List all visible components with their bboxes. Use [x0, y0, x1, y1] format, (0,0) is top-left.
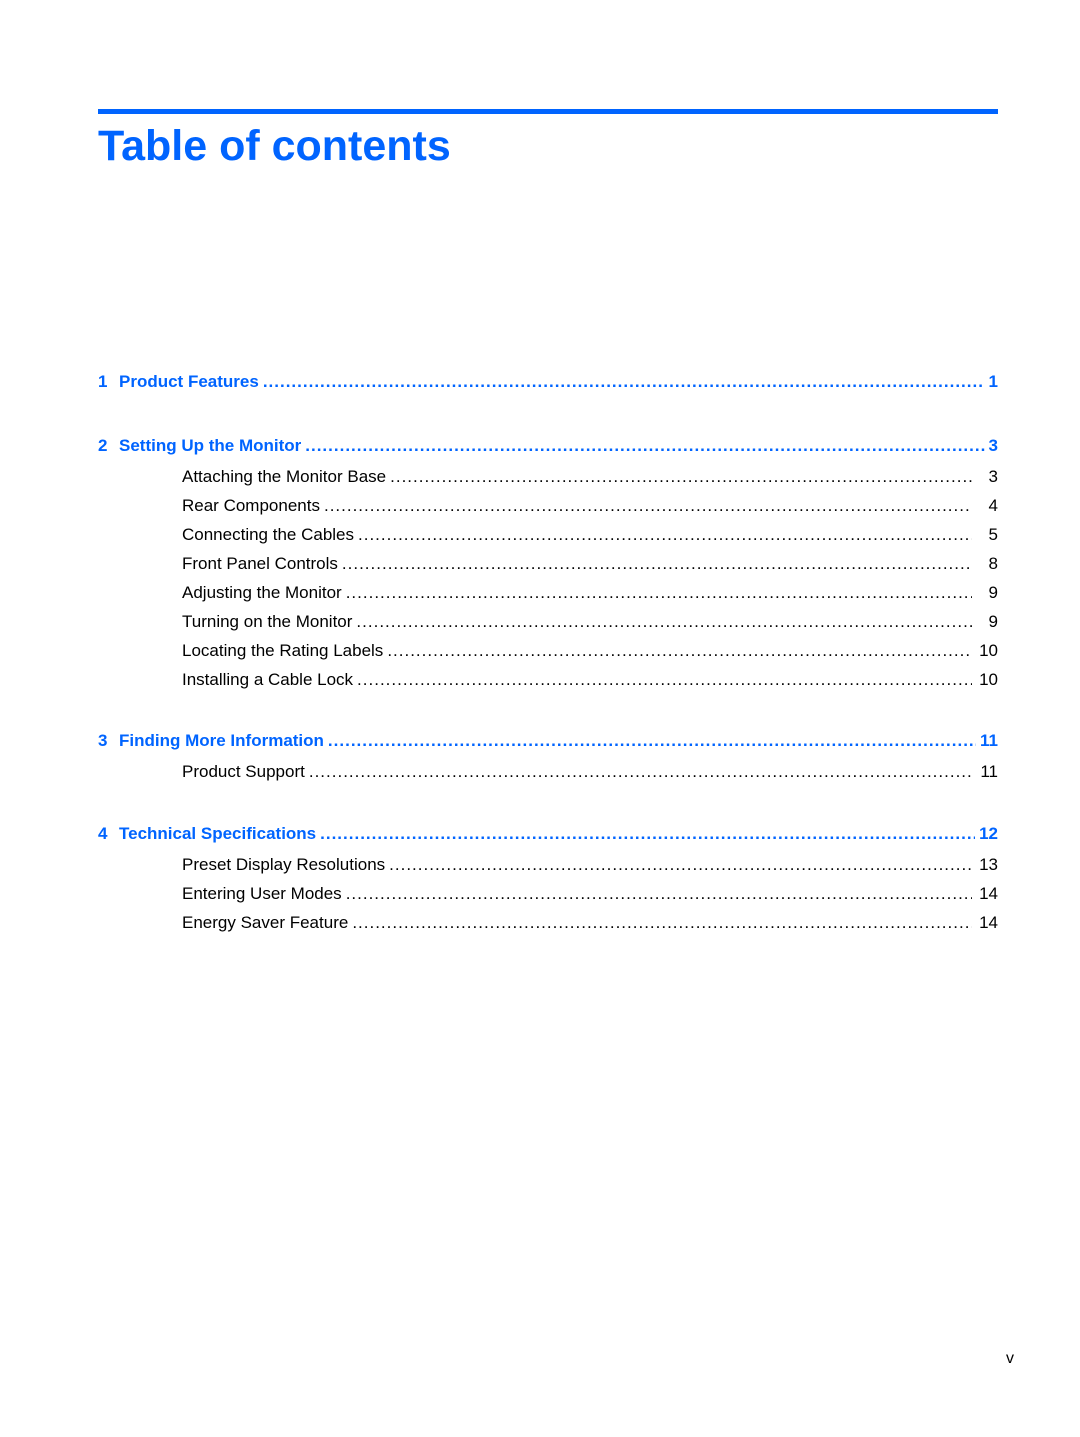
- section-title[interactable]: Energy Saver Feature: [182, 913, 352, 933]
- chapter-number: 3: [98, 731, 108, 750]
- dot-leader: [263, 372, 985, 392]
- page-number[interactable]: 14: [972, 884, 998, 904]
- section-title[interactable]: Installing a Cable Lock: [182, 670, 357, 690]
- section-title[interactable]: Front Panel Controls: [182, 554, 342, 574]
- dot-leader: [305, 436, 984, 456]
- toc-section-entry[interactable]: Turning on the Monitor 9: [98, 612, 998, 632]
- chapter-title[interactable]: Finding More Information: [119, 731, 328, 751]
- toc-chapter-entry[interactable]: 2 Setting Up the Monitor 3: [98, 436, 998, 456]
- toc-section-entry[interactable]: Product Support 11: [98, 762, 998, 782]
- dot-leader: [387, 641, 972, 661]
- chapter-number: 4: [98, 824, 108, 843]
- dot-leader: [320, 824, 975, 844]
- chapter-number: 2: [98, 436, 108, 455]
- dot-leader: [358, 525, 972, 545]
- toc-section-entry[interactable]: Entering User Modes 14: [98, 884, 998, 904]
- section-title[interactable]: Locating the Rating Labels: [182, 641, 387, 661]
- chapter-number: 1: [98, 372, 108, 391]
- page-title: Table of contents: [98, 122, 451, 170]
- dot-leader: [357, 670, 972, 690]
- page-number[interactable]: 5: [972, 525, 998, 545]
- toc-section-entry[interactable]: Preset Display Resolutions 13: [98, 855, 998, 875]
- toc-chapter-entry[interactable]: 1 Product Features 1: [98, 372, 998, 392]
- page-number[interactable]: 11: [972, 762, 998, 782]
- page-number[interactable]: 12: [975, 824, 998, 844]
- chapter-title[interactable]: Technical Specifications: [119, 824, 320, 844]
- page-number[interactable]: 10: [972, 670, 998, 690]
- page-number[interactable]: 1: [985, 372, 998, 392]
- section-title[interactable]: Adjusting the Monitor: [182, 583, 346, 603]
- chapter-title[interactable]: Product Features: [119, 372, 263, 392]
- page-number[interactable]: 13: [972, 855, 998, 875]
- section-title[interactable]: Entering User Modes: [182, 884, 346, 904]
- section-title[interactable]: Attaching the Monitor Base: [182, 467, 390, 487]
- toc-section-entry[interactable]: Installing a Cable Lock 10: [98, 670, 998, 690]
- toc-section-entry[interactable]: Connecting the Cables 5: [98, 525, 998, 545]
- page-number[interactable]: 10: [972, 641, 998, 661]
- page-number[interactable]: 14: [972, 913, 998, 933]
- toc-chapter-entry[interactable]: 3 Finding More Information 11: [98, 731, 998, 751]
- toc-section-entry[interactable]: Locating the Rating Labels 10: [98, 641, 998, 661]
- toc-section-entry[interactable]: Attaching the Monitor Base 3: [98, 467, 998, 487]
- page-number[interactable]: 4: [972, 496, 998, 516]
- footer-page-number: v: [1006, 1350, 1014, 1367]
- page-number[interactable]: 11: [976, 731, 998, 751]
- page-number[interactable]: 9: [972, 612, 998, 632]
- dot-leader: [328, 731, 976, 751]
- dot-leader: [389, 855, 972, 875]
- page-number[interactable]: 3: [985, 436, 998, 456]
- title-rule: [98, 109, 998, 114]
- dot-leader: [324, 496, 972, 516]
- page-number[interactable]: 9: [972, 583, 998, 603]
- dot-leader: [356, 612, 972, 632]
- toc-section-entry[interactable]: Adjusting the Monitor 9: [98, 583, 998, 603]
- dot-leader: [309, 762, 972, 782]
- toc-section-entry[interactable]: Front Panel Controls 8: [98, 554, 998, 574]
- section-title[interactable]: Preset Display Resolutions: [182, 855, 389, 875]
- section-title[interactable]: Product Support: [182, 762, 309, 782]
- dot-leader: [346, 583, 972, 603]
- section-title[interactable]: Turning on the Monitor: [182, 612, 356, 632]
- toc-chapter-entry[interactable]: 4 Technical Specifications 12: [98, 824, 998, 844]
- toc-section-entry[interactable]: Energy Saver Feature 14: [98, 913, 998, 933]
- page-number[interactable]: 8: [972, 554, 998, 574]
- dot-leader: [346, 884, 972, 904]
- dot-leader: [352, 913, 972, 933]
- toc-section-entry[interactable]: Rear Components 4: [98, 496, 998, 516]
- chapter-title[interactable]: Setting Up the Monitor: [119, 436, 305, 456]
- dot-leader: [342, 554, 972, 574]
- dot-leader: [390, 467, 972, 487]
- section-title[interactable]: Connecting the Cables: [182, 525, 358, 545]
- page-number[interactable]: 3: [972, 467, 998, 487]
- section-title[interactable]: Rear Components: [182, 496, 324, 516]
